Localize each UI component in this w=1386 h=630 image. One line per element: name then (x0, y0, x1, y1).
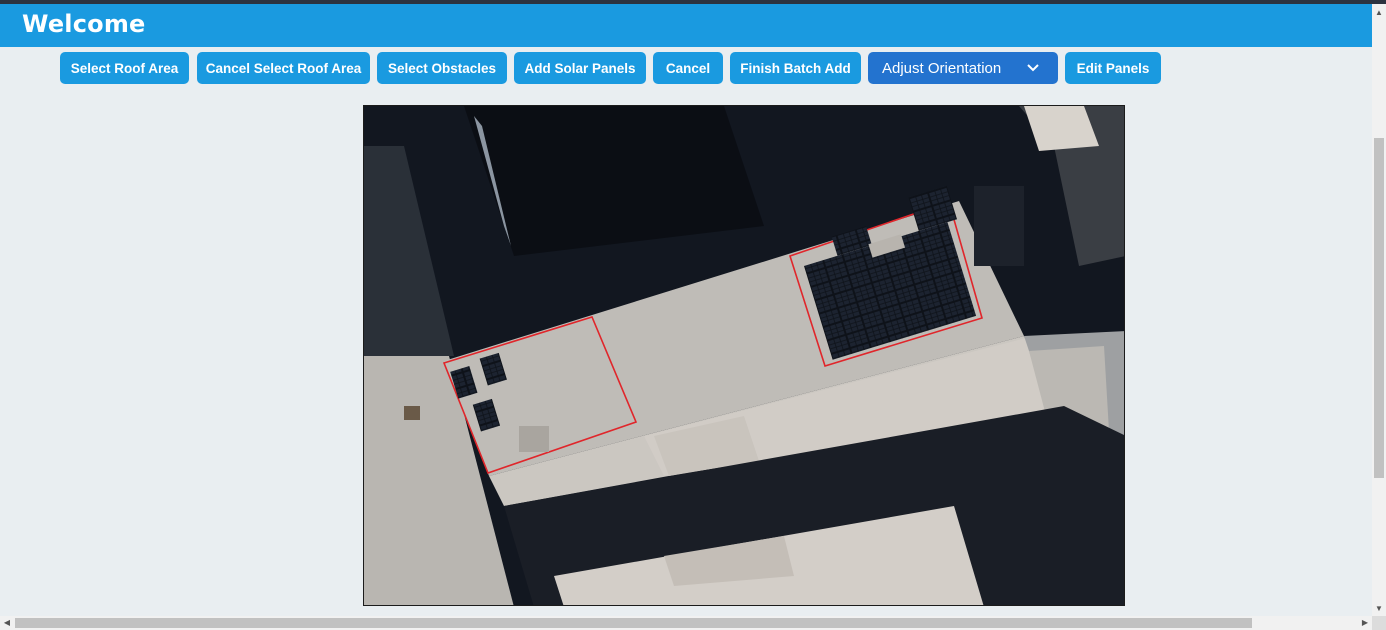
horizontal-scrollbar[interactable]: ◀ ▶ (0, 616, 1372, 630)
satellite-map-canvas[interactable] (363, 105, 1125, 606)
satellite-rooftop-image (364, 106, 1124, 605)
vertical-scrollbar-thumb[interactable] (1374, 138, 1384, 478)
scroll-right-arrow-icon[interactable]: ▶ (1358, 616, 1372, 630)
cancel-button[interactable]: Cancel (653, 52, 723, 84)
orientation-select[interactable]: Adjust Orientation (868, 52, 1058, 84)
vertical-scrollbar[interactable]: ▲ ▼ (1372, 4, 1386, 616)
scroll-up-arrow-icon[interactable]: ▲ (1372, 6, 1386, 20)
add-solar-panels-button[interactable]: Add Solar Panels (514, 52, 646, 84)
scrollbar-corner (1372, 616, 1386, 630)
scroll-left-arrow-icon[interactable]: ◀ (0, 616, 14, 630)
app-header: Welcome (0, 4, 1372, 47)
cancel-select-roof-area-button[interactable]: Cancel Select Roof Area (197, 52, 370, 84)
select-roof-area-button[interactable]: Select Roof Area (60, 52, 189, 84)
horizontal-scrollbar-thumb[interactable] (15, 618, 1252, 628)
scroll-down-arrow-icon[interactable]: ▼ (1372, 602, 1386, 616)
chevron-down-icon (1026, 61, 1040, 79)
toolbar: Select Roof Area Cancel Select Roof Area… (0, 52, 1372, 85)
select-obstacles-button[interactable]: Select Obstacles (377, 52, 507, 84)
edit-panels-button[interactable]: Edit Panels (1065, 52, 1161, 84)
finish-batch-add-button[interactable]: Finish Batch Add (730, 52, 861, 84)
orientation-select-value: Adjust Orientation (882, 59, 1002, 77)
page-title: Welcome (22, 10, 146, 38)
